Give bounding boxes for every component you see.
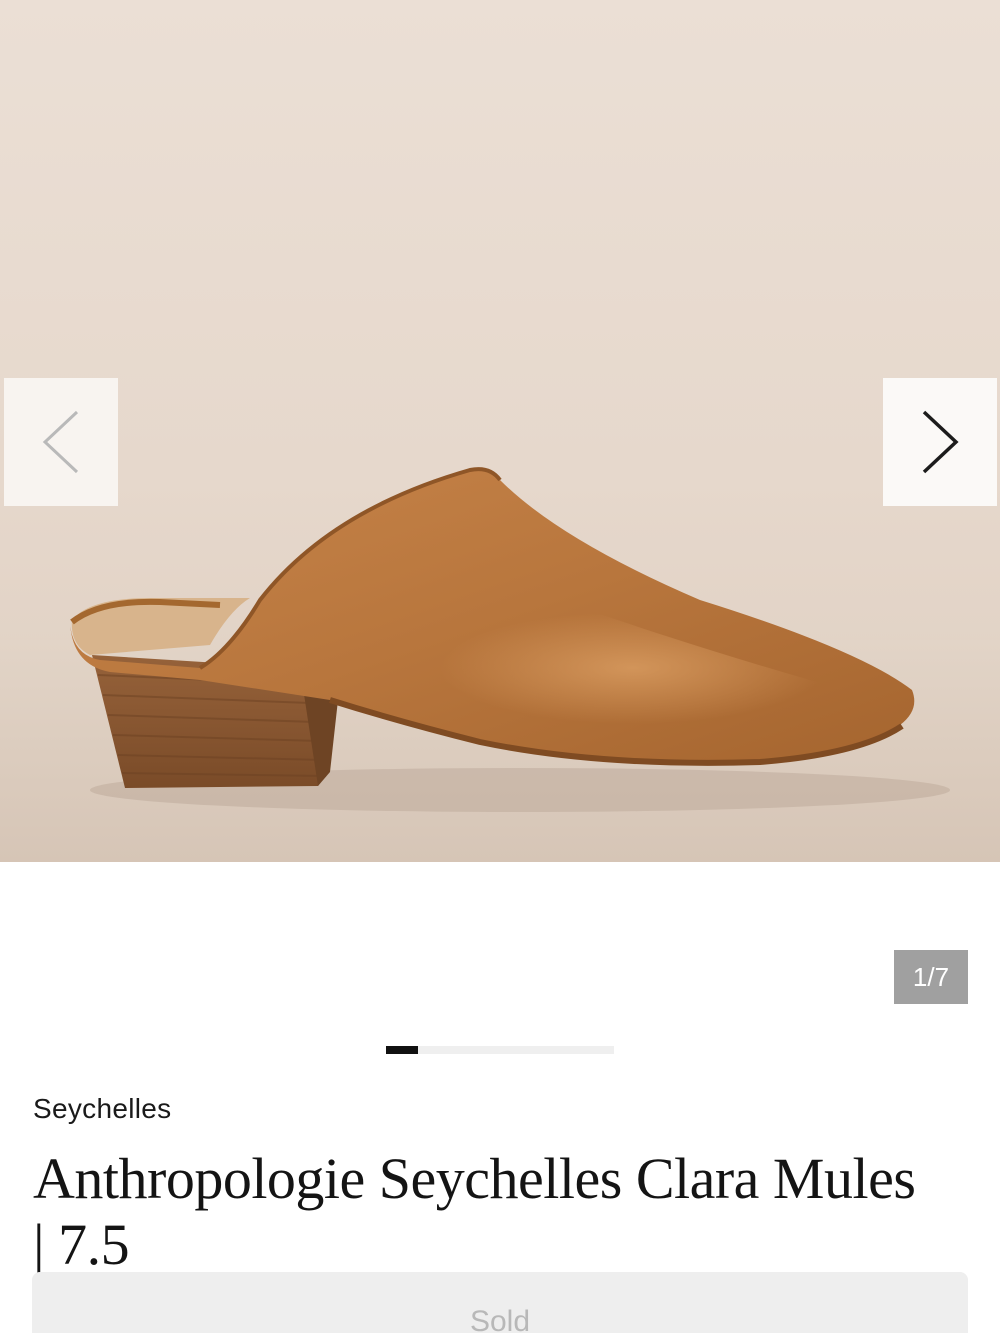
sold-button[interactable]: Sold (32, 1272, 968, 1333)
product-image-gallery[interactable] (0, 0, 1000, 862)
chevron-right-icon (922, 410, 959, 474)
gallery-progress-track (386, 1046, 614, 1054)
gallery-progress-indicator (386, 1046, 418, 1054)
previous-image-button[interactable] (4, 378, 118, 506)
chevron-left-icon (42, 410, 79, 474)
product-page: 1/7 Seychelles Anthropologie Seychelles … (0, 0, 1000, 1333)
image-counter-badge: 1/7 (894, 950, 968, 1004)
next-image-button[interactable] (883, 378, 997, 506)
product-image (0, 467, 1000, 862)
product-brand[interactable]: Seychelles (33, 1093, 171, 1125)
product-title: Anthropologie Seychelles Clara Mules | 7… (33, 1146, 916, 1277)
